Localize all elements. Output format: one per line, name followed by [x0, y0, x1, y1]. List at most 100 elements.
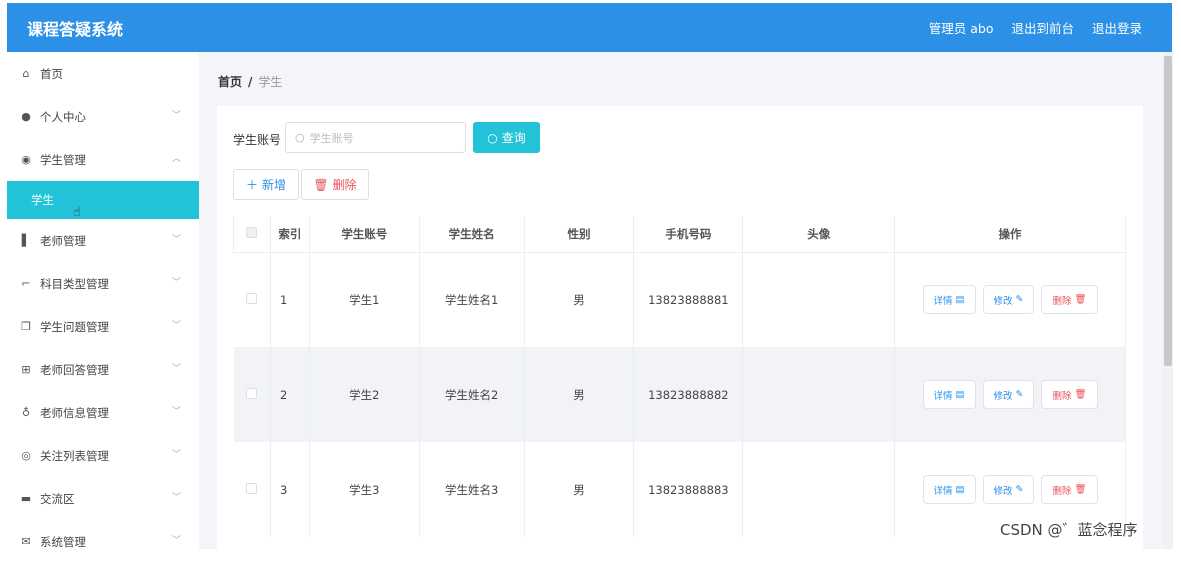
sidebar-item[interactable]: ⌂ 首页 [7, 52, 199, 95]
sidebar-item[interactable]: ▬ 交流区 ﹀ [7, 477, 199, 520]
edit-button[interactable]: 修改 ✎ [982, 380, 1035, 409]
sidebar-item-label: 学生管理 [40, 152, 86, 167]
row-checkbox[interactable] [246, 387, 258, 399]
user-icon: ● [21, 110, 31, 123]
query-button-label: 查询 [501, 131, 526, 145]
edit-button[interactable]: 修改 ✎ [982, 475, 1035, 504]
chevron-icon[interactable]: ﹀ [172, 108, 181, 121]
logout-link[interactable]: 退出登录 [1092, 18, 1142, 37]
name-cell: 学生姓名1 [419, 252, 525, 347]
crop-icon: ⌐ [21, 277, 31, 290]
student-table: 索引 学生账号 学生姓名 性别 手机号码 头像 操作 1 学生1 学生姓名1 男 138… [233, 216, 1126, 537]
row-checkbox-cell[interactable] [233, 252, 271, 347]
sidebar-item[interactable]: ▌ 老师管理 ﹀ [7, 219, 199, 262]
chevron-icon[interactable]: ﹀ [172, 404, 181, 417]
sidebar-item[interactable]: ♁ 老师信息管理 ﹀ [7, 391, 199, 434]
sidebar-subitem-label: 学生 [31, 193, 54, 207]
back-to-front-link[interactable]: 退出到前台 [1011, 18, 1074, 37]
remove-label: 删除 [1052, 390, 1072, 402]
row-checkbox-cell[interactable] [233, 442, 271, 537]
scrollbar[interactable] [1163, 52, 1173, 549]
sidebar-subitem-student[interactable]: 学生 ☝ [7, 181, 199, 220]
chevron-icon[interactable]: ﹀ [172, 318, 181, 331]
row-checkbox[interactable] [246, 482, 258, 494]
query-button[interactable]: ○ 查询 [473, 122, 540, 153]
chevron-icon[interactable]: ﹀ [172, 533, 181, 546]
chevron-icon[interactable]: ﹀ [172, 490, 181, 503]
home-icon: ⌂ [22, 67, 30, 80]
sidebar-item-label: 学生问题管理 [40, 319, 109, 334]
search-icon: ○ [487, 130, 498, 145]
top-bar: 课程答疑系统 管理员 abo 退出到前台 退出登录 [7, 3, 1172, 52]
add-button-label: 新增 [262, 178, 287, 192]
plus-icon: ＋ [245, 178, 258, 192]
user-name-link[interactable]: 管理员 abo [929, 18, 994, 37]
table-row[interactable]: 3 学生3 学生姓名3 男 13823888883 详情 ▤ 修改 ✎ 删除 🗑 [233, 442, 1126, 537]
pencil-icon: ✎ [1015, 484, 1024, 495]
edit-label: 修改 [993, 295, 1013, 307]
account-cell: 学生2 [309, 347, 420, 442]
briefcase-icon: ▬ [20, 492, 32, 505]
location-icon: ◉ [21, 153, 31, 166]
mail-icon: ✉ [21, 535, 31, 548]
scrollbar-thumb[interactable] [1164, 56, 1172, 366]
sidebar-item[interactable]: ⌐ 科目类型管理 ﹀ [7, 262, 199, 305]
column-header: 性别 [523, 216, 635, 253]
sidebar-item[interactable]: ✉ 系统管理 ﹀ [7, 520, 199, 563]
detail-button[interactable]: 详情 ▤ [922, 475, 976, 504]
chevron-icon[interactable]: ︿ [172, 151, 181, 164]
table-row[interactable]: 1 学生1 学生姓名1 男 13823888881 详情 ▤ 修改 ✎ 删除 🗑 [233, 252, 1126, 347]
remove-button[interactable]: 删除 🗑 [1041, 380, 1098, 409]
remove-button[interactable]: 删除 🗑 [1041, 475, 1098, 504]
remove-button[interactable]: 删除 🗑 [1041, 285, 1098, 315]
select-all-checkbox-cell[interactable] [233, 216, 271, 253]
sidebar-item[interactable]: ◎ 关注列表管理 ﹀ [7, 434, 199, 477]
edit-button[interactable]: 修改 ✎ [982, 285, 1035, 315]
search-label: 学生账号 [233, 133, 282, 147]
detail-label: 详情 [933, 295, 953, 307]
chevron-icon[interactable]: ﹀ [172, 361, 181, 374]
sidebar-item-label: 交流区 [40, 491, 75, 506]
breadcrumb: 首页 / 学生 [218, 73, 282, 90]
phone-cell: 13823888881 [633, 252, 744, 347]
delete-button[interactable]: 🗑 删除 [301, 169, 369, 200]
grid-icon: ⊞ [21, 363, 31, 376]
add-button[interactable]: ＋ 新增 [233, 169, 299, 200]
row-checkbox-cell[interactable] [233, 347, 271, 442]
detail-button[interactable]: 详情 ▤ [922, 380, 976, 409]
bar-chart-icon: ▌ [21, 234, 31, 247]
document-icon: ▤ [955, 484, 965, 495]
breadcrumb-home[interactable]: 首页 [218, 75, 242, 89]
account-cell: 学生3 [309, 442, 420, 537]
trash-icon: 🗑 [1074, 294, 1087, 306]
actions-cell: 详情 ▤ 修改 ✎ 删除 🗑 [894, 347, 1126, 442]
sidebar-item[interactable]: ❐ 学生问题管理 ﹀ [7, 305, 199, 348]
trash-icon: 🗑 [1074, 389, 1087, 400]
select-all-checkbox[interactable] [246, 226, 258, 238]
breadcrumb-separator: / [248, 75, 253, 89]
chevron-icon[interactable]: ﹀ [172, 232, 181, 245]
row-checkbox[interactable] [246, 292, 258, 304]
top-nav: 管理员 abo 退出到前台 退出登录 [929, 18, 1142, 37]
column-header: 索引 [269, 216, 310, 253]
trash-icon: 🗑 [1074, 484, 1087, 495]
column-header: 头像 [742, 216, 896, 253]
name-cell: 学生姓名3 [419, 442, 525, 537]
avatar-cell [742, 347, 896, 442]
gender-cell: 男 [524, 442, 635, 537]
table-row[interactable]: 2 学生2 学生姓名2 男 13823888882 详情 ▤ 修改 ✎ 删除 🗑 [233, 347, 1126, 442]
sidebar-item-label: 系统管理 [40, 534, 86, 549]
table-header-row: 索引 学生账号 学生姓名 性别 手机号码 头像 操作 [233, 216, 1126, 253]
column-header: 手机号码 [633, 216, 744, 253]
edit-label: 修改 [993, 390, 1013, 402]
detail-button[interactable]: 详情 ▤ [922, 285, 976, 315]
search-input[interactable]: ○ 学生账号 [285, 122, 466, 153]
sidebar-item[interactable]: ⊞ 老师回答管理 ﹀ [7, 348, 199, 391]
chevron-icon[interactable]: ﹀ [172, 275, 181, 288]
chevron-icon[interactable]: ﹀ [172, 447, 181, 460]
sidebar-item[interactable]: ◉ 学生管理 ︿ [7, 138, 199, 181]
sidebar-item-label: 老师回答管理 [40, 362, 109, 377]
sidebar-item[interactable]: ● 个人中心 ﹀ [7, 95, 199, 138]
detail-label: 详情 [933, 390, 953, 402]
column-header: 学生姓名 [418, 216, 525, 253]
